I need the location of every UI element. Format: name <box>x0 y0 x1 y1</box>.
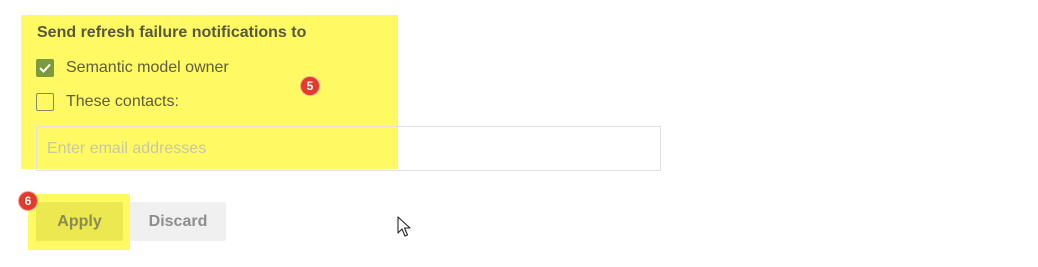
contacts-checkbox[interactable] <box>36 93 54 111</box>
notifications-heading: Send refresh failure notifications to <box>37 24 307 41</box>
model-owner-label: Semantic model owner <box>66 59 229 76</box>
discard-button[interactable]: Discard <box>130 202 226 241</box>
email-field-container <box>36 126 661 171</box>
step-badge-6: 6 <box>19 192 37 210</box>
mouse-pointer-icon <box>397 216 411 237</box>
checkbox-row-contacts[interactable]: These contacts: <box>36 91 179 113</box>
apply-button[interactable]: Apply <box>36 202 123 241</box>
email-addresses-input[interactable] <box>37 127 660 170</box>
checkbox-row-model-owner[interactable]: Semantic model owner <box>36 57 229 79</box>
step-badge-5: 5 <box>301 77 319 95</box>
checkmark-icon <box>39 63 51 73</box>
model-owner-checkbox[interactable] <box>36 59 54 77</box>
contacts-label: These contacts: <box>66 93 179 110</box>
